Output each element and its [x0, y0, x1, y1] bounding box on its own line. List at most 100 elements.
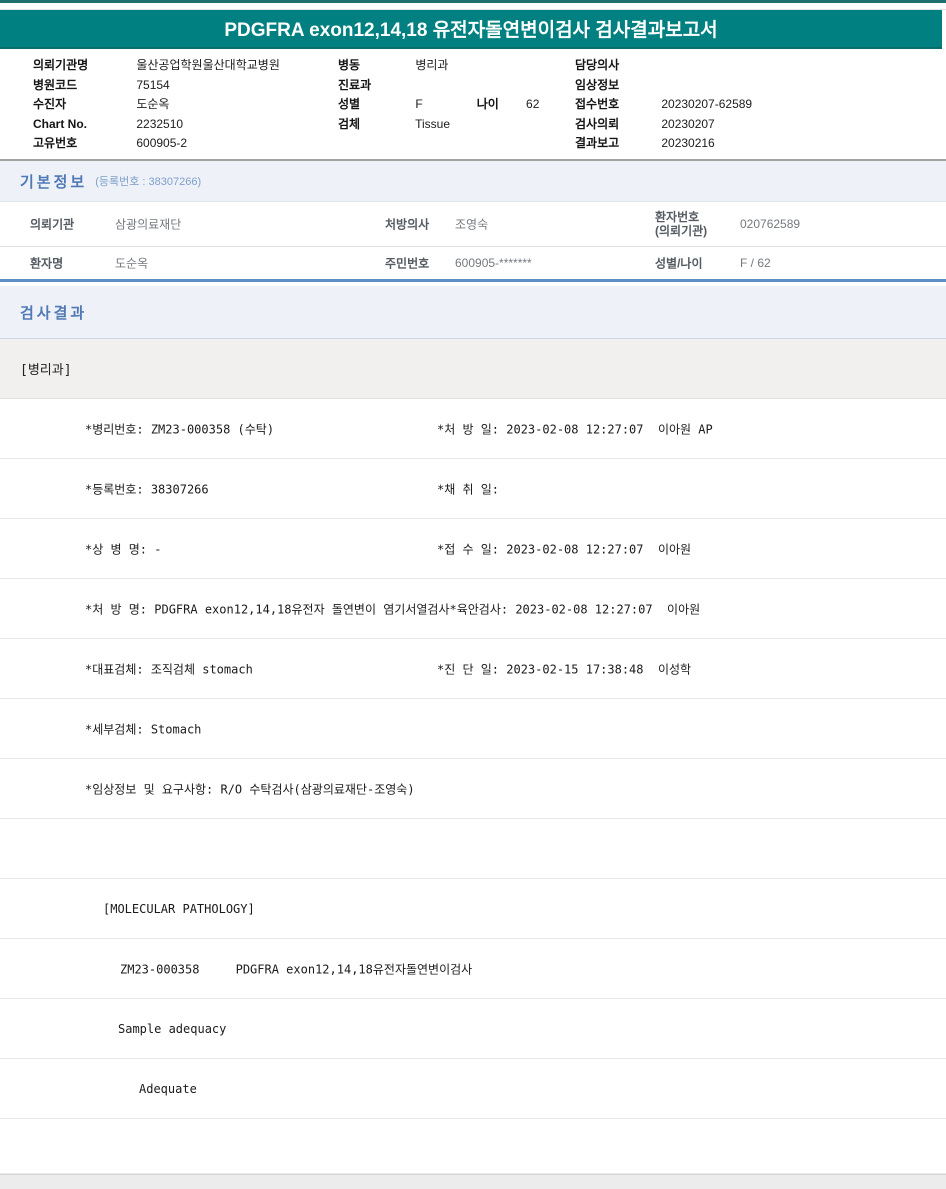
result-row: *처 방 명: PDGFRA exon12,14,18유전자 돌연변이 염기서열… — [0, 579, 946, 639]
department-band: [병리과] — [0, 339, 946, 399]
field-label: 의뢰기관명 — [33, 58, 89, 72]
result-representative-specimen: *대표검체: 조직검체 stomach — [85, 662, 253, 676]
field-hospital-code: 병원코드 75154 — [33, 76, 280, 96]
field-value: 병리과 — [415, 58, 449, 72]
field-ward: 병동 병리과 — [338, 56, 539, 76]
field-department: 진료과 — [338, 76, 539, 96]
basic-info-title: 기본정보 — [20, 173, 88, 191]
top-gap — [0, 3, 946, 10]
patient-header-left-column: 의뢰기관명 울산공업학원울산대학교병원 병원코드 75154 수진자 도순옥 C… — [33, 56, 280, 154]
result-row-empty — [0, 1119, 946, 1174]
field-result-report-date: 결과보고 20230216 — [575, 134, 752, 154]
result-diagnosis-date: *진 단 일: 2023-02-15 17:38:48 이성학 — [437, 662, 692, 676]
report-title: PDGFRA exon12,14,18 유전자돌연변이검사 검사결과보고서 — [224, 20, 718, 41]
field-label: 진료과 — [338, 77, 372, 92]
field-value: 도순옥 — [136, 97, 170, 112]
field-label-age: 나이 — [476, 97, 499, 112]
cell-label-requesting-org: 의뢰기관 — [30, 217, 75, 232]
result-row: *대표검체: 조직검체 stomach *진 단 일: 2023-02-15 1… — [0, 639, 946, 699]
result-detail-specimen: *세부검체: Stomach — [85, 722, 202, 736]
result-prescription-date: *처 방 일: 2023-02-08 12:27:07 이아원 AP — [437, 422, 713, 436]
cell-label-resident-no: 주민번호 — [385, 256, 430, 271]
cell-value-resident-no: 600905-******* — [455, 256, 532, 270]
field-value: F — [415, 97, 423, 112]
result-row: Sample adequacy — [0, 999, 946, 1059]
cell-value-requesting-org: 삼광의료재단 — [115, 217, 182, 232]
field-label: 검체 — [338, 116, 361, 131]
field-requesting-org: 의뢰기관명 울산공업학원울산대학교병원 — [33, 56, 280, 76]
field-label: 접수번호 — [575, 97, 620, 112]
field-label: 성별 — [338, 97, 361, 112]
field-clinical-info: 임상정보 — [575, 76, 752, 96]
result-test-name-line: ZM23-000358 PDGFRA exon12,14,18유전자돌연변이검사 — [120, 962, 473, 976]
field-label: Chart No. — [33, 116, 87, 131]
table-row: 의뢰기관 삼광의료재단 처방의사 조영숙 환자번호 (의뢰기관) 02076258… — [0, 202, 946, 247]
result-row: *세부검체: Stomach — [0, 699, 946, 759]
field-value: Tissue — [415, 116, 451, 131]
result-row-empty — [0, 819, 946, 879]
report-title-band: PDGFRA exon12,14,18 유전자돌연변이검사 검사결과보고서 — [0, 10, 942, 49]
field-value-age: 62 — [526, 97, 540, 112]
field-value: 75154 — [136, 77, 170, 92]
result-molecular-pathology-header: [MOLECULAR PATHOLOGY] — [103, 901, 255, 916]
field-value: 20230207 — [661, 116, 715, 131]
field-label: 결과보고 — [575, 136, 620, 151]
field-value: 2232510 — [136, 116, 184, 131]
field-test-request-date: 검사의뢰 20230207 — [575, 115, 752, 135]
field-receipt-no: 접수번호 20230207-62589 — [575, 95, 752, 115]
test-results-section-header: 검사결과 — [0, 286, 946, 339]
result-pathology-no: *병리번호: ZM23-000358 (수탁) — [85, 422, 275, 436]
cell-label-sex-age: 성별/나이 — [655, 256, 703, 271]
field-value: 20230216 — [661, 136, 715, 151]
patient-header: 의뢰기관명 울산공업학원울산대학교병원 병원코드 75154 수진자 도순옥 C… — [0, 49, 946, 159]
patient-header-right-column: 담당의사 임상정보 접수번호 20230207-62589 검사의뢰 20230… — [575, 56, 752, 154]
field-sex-age: 성별 F 나이 62 — [338, 95, 539, 115]
field-value: 20230207-62589 — [661, 97, 753, 112]
cell-label-prescribing-doctor: 처방의사 — [385, 217, 430, 232]
table-row: 환자명 도순옥 주민번호 600905-******* 성별/나이 F / 62 — [0, 247, 946, 279]
field-unique-no: 고유번호 600905-2 — [33, 134, 280, 154]
result-prescription-name: *처 방 명: PDGFRA exon12,14,18유전자 돌연변이 염기서열… — [85, 602, 701, 616]
result-diagnosis-name: *상 병 명: - — [85, 542, 162, 556]
test-results-title: 검사결과 — [20, 304, 88, 322]
result-row: *병리번호: ZM23-000358 (수탁) *처 방 일: 2023-02-… — [0, 399, 946, 459]
result-collection-date: *채 취 일: — [437, 482, 500, 496]
cell-label-patient-name: 환자명 — [30, 256, 64, 271]
field-label: 수진자 — [33, 97, 67, 112]
result-row: ZM23-000358 PDGFRA exon12,14,18유전자돌연변이검사 — [0, 939, 946, 999]
basic-info-section-header: 기본정보 (등록번호 : 38307266) — [0, 159, 946, 202]
cell-label-line2: (의뢰기관) — [655, 224, 708, 238]
cell-label-patient-no: 환자번호 (의뢰기관) — [655, 210, 707, 238]
field-value: 울산공업학원울산대학교병원 — [136, 58, 280, 72]
field-label: 고유번호 — [33, 136, 78, 151]
basic-info-table: 의뢰기관 삼광의료재단 처방의사 조영숙 환자번호 (의뢰기관) 02076258… — [0, 202, 946, 282]
result-row: [MOLECULAR PATHOLOGY] — [0, 879, 946, 939]
field-value: 600905-2 — [136, 136, 188, 151]
field-label: 임상정보 — [575, 77, 620, 92]
result-row: *등록번호: 38307266 *채 취 일: — [0, 459, 946, 519]
cell-value-patient-name: 도순옥 — [115, 256, 149, 271]
field-doctor-in-charge: 담당의사 — [575, 56, 752, 76]
footer-band — [0, 1174, 946, 1189]
field-examinee: 수진자 도순옥 — [33, 95, 280, 115]
field-label: 병원코드 — [33, 77, 78, 92]
result-receipt-date: *접 수 일: 2023-02-08 12:27:07 이아원 — [437, 542, 692, 556]
result-sample-adequacy-label: Sample adequacy — [118, 1021, 227, 1036]
field-label: 병동 — [338, 58, 361, 72]
result-row: *상 병 명: - *접 수 일: 2023-02-08 12:27:07 이아… — [0, 519, 946, 579]
patient-header-middle-column: 병동 병리과 진료과 성별 F 나이 62 검체 Tissue — [338, 56, 539, 134]
field-label: 검사의뢰 — [575, 116, 620, 131]
result-registration-no: *등록번호: 38307266 — [85, 482, 209, 496]
basic-info-registration-no: (등록번호 : 38307266) — [95, 176, 202, 188]
cell-label-line1: 환자번호 — [655, 210, 700, 224]
result-row: *임상정보 및 요구사항: R/O 수탁검사(삼광의료재단-조영숙) — [0, 759, 946, 819]
field-chart-no: Chart No. 2232510 — [33, 115, 280, 135]
result-sample-adequacy-value: Adequate — [139, 1081, 197, 1096]
cell-value-sex-age: F / 62 — [740, 256, 771, 270]
result-row: Adequate — [0, 1059, 946, 1119]
cell-value-patient-no: 020762589 — [740, 217, 801, 231]
field-specimen: 검체 Tissue — [338, 115, 539, 135]
field-label: 담당의사 — [575, 58, 620, 72]
department-label: [병리과] — [20, 363, 72, 378]
result-clinical-info-request: *임상정보 및 요구사항: R/O 수탁검사(삼광의료재단-조영숙) — [85, 782, 415, 796]
